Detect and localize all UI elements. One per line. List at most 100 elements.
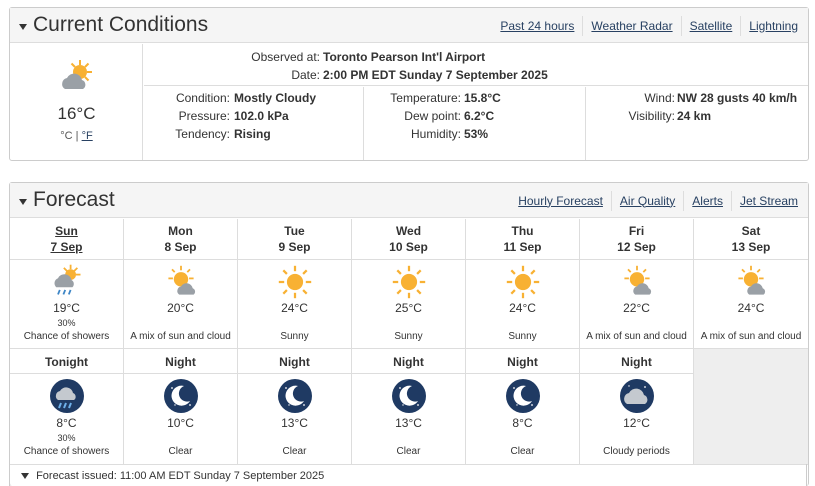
night-summary: Chance of showers (23, 446, 110, 457)
forecast-issued-toggle[interactable]: Forecast issued: 11:00 AM EDT Sunday 7 S… (9, 464, 807, 486)
observed-label: Observed at: (251, 50, 320, 64)
current-conditions-links: Past 24 hours Weather Radar Satellite Li… (492, 8, 806, 43)
forecast-toggle[interactable]: Forecast (19, 188, 115, 212)
sun-cloud-icon (62, 60, 92, 89)
night-summary: Clear (168, 446, 193, 457)
night-forecast: 8°C Clear (466, 374, 580, 465)
current-conditions-toggle[interactable]: Current Conditions (19, 13, 208, 37)
day-name: Mon (168, 224, 193, 238)
day-temperature: 25°C (395, 301, 422, 315)
day-temperature: 22°C (623, 301, 650, 315)
day-precip-chance: 30% (57, 318, 76, 328)
day-forecast: 25°C Sunny (352, 260, 466, 349)
day-header[interactable]: Sun 7 Sep (10, 219, 124, 260)
day-date: 8 Sep (164, 240, 197, 254)
day-forecast: 24°C Sunny (238, 260, 352, 349)
pressure-value: 102.0 kPa (234, 109, 289, 123)
night-summary: Clear (510, 446, 535, 457)
satellite-link[interactable]: Satellite (680, 15, 741, 36)
day-header[interactable]: Mon 8 Sep (124, 219, 238, 260)
forecast-issued-text: Forecast issued: 11:00 AM EDT Sunday 7 S… (36, 470, 325, 482)
humidity-value: 53% (464, 127, 489, 141)
night-header: Night (124, 349, 238, 374)
night-header: Night (580, 349, 694, 374)
condition-label: Condition: (175, 91, 230, 105)
day-name: Thu (511, 224, 534, 238)
night-summary: Cloudy periods (603, 446, 670, 457)
day-temperature: 19°C (53, 301, 80, 315)
pressure-label: Pressure: (178, 109, 230, 123)
sun-icon (506, 265, 539, 299)
day-header[interactable]: Thu 11 Sep (466, 219, 580, 260)
lightning-link[interactable]: Lightning (740, 15, 806, 36)
day-header[interactable]: Wed 10 Sep (352, 219, 466, 260)
unit-toggle: °C | °F (10, 130, 143, 142)
day-header[interactable]: Sat 13 Sep (694, 219, 808, 260)
unit-separator: | (75, 130, 79, 142)
moon-icon (505, 379, 540, 413)
day-summary: A mix of sun and cloud (130, 331, 231, 342)
sun-cloud-icon (738, 265, 766, 295)
past-24-hours-link[interactable]: Past 24 hours (492, 16, 582, 36)
forecast-panel: Forecast Hourly Forecast Air Quality Ale… (9, 182, 809, 486)
night-label: Night (621, 355, 652, 369)
night-forecast: 12°C Cloudy periods (580, 374, 694, 465)
sun-icon (278, 265, 311, 299)
day-summary: Chance of showers (23, 331, 110, 342)
day-summary: A mix of sun and cloud (700, 331, 802, 342)
day-header[interactable]: Fri 12 Sep (580, 219, 694, 260)
sun-cloud-icon (167, 265, 195, 295)
moon-icon (391, 379, 426, 413)
night-forecast: 8°C 30% Chance of showers (10, 374, 124, 465)
day-date: 11 Sep (503, 240, 542, 254)
day-summary: Sunny (394, 331, 423, 342)
night-header: Night (238, 349, 352, 374)
night-temperature: 12°C (623, 416, 650, 430)
condition-value: Mostly Cloudy (234, 91, 317, 105)
day-name: Fri (628, 224, 645, 238)
observed-date: 2:00 PM EDT Sunday 7 September 2025 (323, 68, 548, 82)
caret-down-icon (19, 199, 27, 205)
jet-stream-link[interactable]: Jet Stream (730, 190, 806, 211)
night-cloud-icon (619, 379, 654, 413)
moon-icon (277, 379, 312, 413)
dewpoint-label: Dew point: (404, 109, 461, 123)
night-summary: Clear (396, 446, 421, 457)
day-name: Sat (741, 224, 761, 238)
night-forecast: 13°C Clear (238, 374, 352, 465)
hourly-forecast-link[interactable]: Hourly Forecast (510, 191, 611, 211)
day-date: 12 Sep (617, 240, 656, 254)
wind-value: NW 28 gusts 40 km/h (677, 91, 798, 105)
day-temperature: 24°C (737, 301, 765, 315)
current-summary: 16°C °C | °F (10, 44, 143, 160)
night-forecast: 13°C Clear (352, 374, 466, 465)
night-precip-chance: 30% (57, 433, 76, 443)
humidity-label: Humidity: (410, 127, 461, 141)
alerts-link[interactable]: Alerts (683, 190, 731, 211)
current-temperature: 16°C (57, 104, 96, 123)
forecast-links: Hourly Forecast Air Quality Alerts Jet S… (510, 183, 806, 218)
day-date: 10 Sep (389, 240, 428, 254)
night-summary: Clear (282, 446, 307, 457)
observation-info: Observed at: Toronto Pearson Int'l Airpo… (144, 44, 808, 86)
weather-radar-link[interactable]: Weather Radar (582, 15, 680, 36)
night-label: Night (279, 355, 310, 369)
visibility-value: 24 km (677, 109, 712, 123)
empty-night-cell (694, 349, 808, 465)
day-forecast: 20°C A mix of sun and cloud (124, 260, 238, 349)
temperature-value: 15.8°C (464, 91, 501, 105)
night-temperature: 10°C (167, 416, 194, 430)
air-quality-link[interactable]: Air Quality (610, 190, 683, 211)
night-label: Night (165, 355, 196, 369)
observed-station: Toronto Pearson Int'l Airport (323, 50, 486, 64)
celsius-unit: °C (60, 130, 73, 142)
sun-cloud-icon (623, 265, 651, 295)
day-date: 9 Sep (278, 240, 311, 254)
visibility-label: Visibility: (628, 109, 675, 123)
day-header[interactable]: Tue 9 Sep (238, 219, 352, 260)
day-forecast: 24°C A mix of sun and cloud (694, 260, 808, 349)
day-temperature: 24°C (281, 301, 308, 315)
details-column-2: Temperature: 15.8°C Dew point: 6.2°C Hum… (364, 87, 586, 160)
fahrenheit-unit-link[interactable]: °F (82, 130, 93, 142)
current-conditions-header: Current Conditions Past 24 hours Weather… (10, 8, 808, 43)
